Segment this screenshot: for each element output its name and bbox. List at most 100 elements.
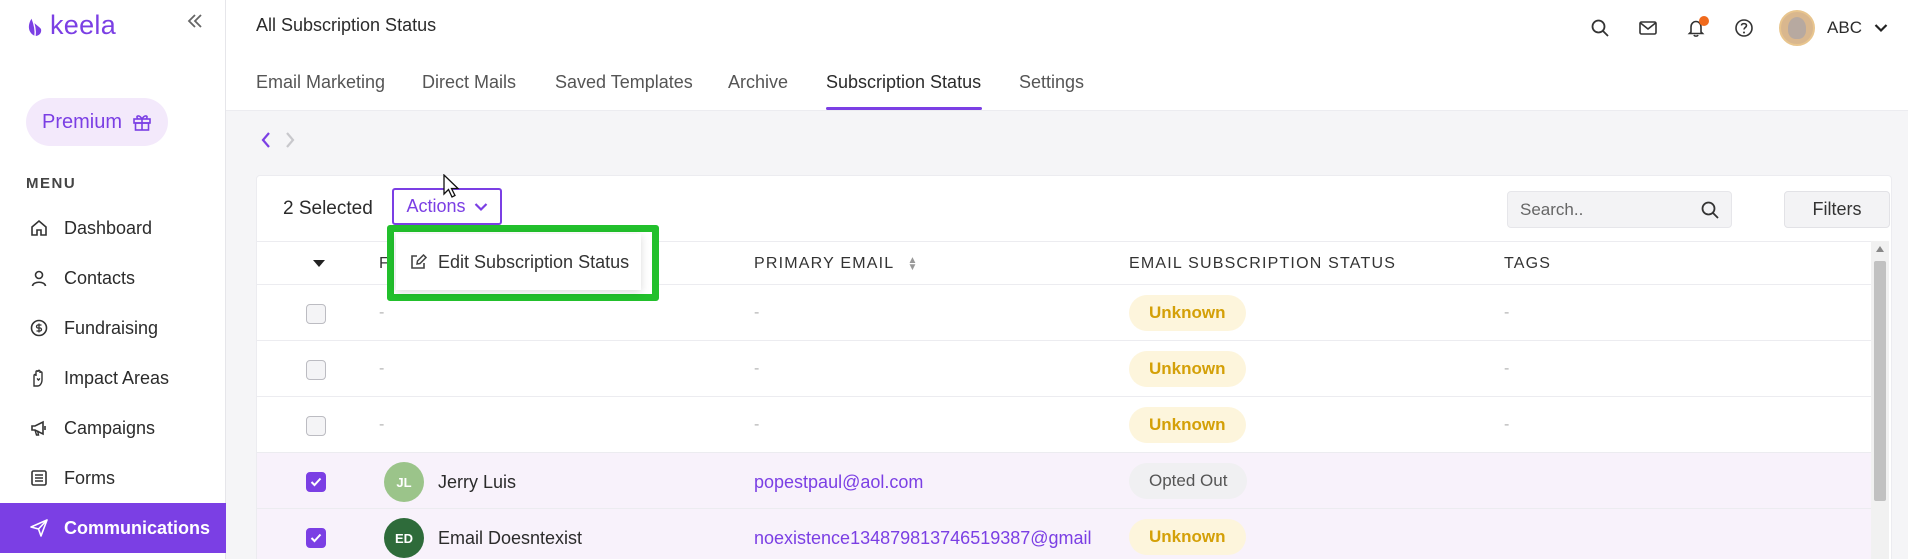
sidebar-nav: Dashboard Contacts Fundraising Impact Ar… <box>0 203 226 553</box>
gift-icon <box>133 115 151 131</box>
top-header: All Subscription Status ABC <box>226 0 1908 50</box>
contact-email: - <box>754 416 760 433</box>
sidebar-item-dashboard[interactable]: Dashboard <box>0 203 226 253</box>
send-icon <box>28 517 50 539</box>
megaphone-icon <box>28 417 50 439</box>
contact-email: - <box>754 360 760 377</box>
chevron-left-icon[interactable] <box>260 131 272 149</box>
collapse-sidebar-icon[interactable] <box>186 12 204 30</box>
sidebar-item-label: Communications <box>64 517 211 538</box>
sidebar-item-contacts[interactable]: Contacts <box>0 253 226 303</box>
keela-logo[interactable]: keela <box>26 10 116 41</box>
tab-saved-templates[interactable]: Saved Templates <box>555 72 693 93</box>
sidebar-item-label: Campaigns <box>64 417 156 438</box>
row-checkbox[interactable] <box>306 304 326 324</box>
search-icon[interactable] <box>1700 200 1720 220</box>
status-badge: Unknown <box>1129 351 1246 387</box>
logo-text: keela <box>50 10 117 40</box>
contact-name: - <box>379 360 385 377</box>
form-icon <box>28 467 50 489</box>
row-checkbox[interactable] <box>306 360 326 380</box>
table-row[interactable]: - - Unknown - <box>257 397 1871 453</box>
search-input[interactable] <box>1520 199 1700 220</box>
scroll-up-arrow[interactable] <box>1876 246 1884 252</box>
contact-email[interactable]: noexistence134879813746519387@gmail <box>754 528 1092 549</box>
sidebar-item-communications[interactable]: Communications <box>0 503 226 553</box>
sidebar-item-label: Contacts <box>64 267 136 288</box>
contact-name[interactable]: Email Doesntexist <box>438 528 582 549</box>
sidebar-item-label: Fundraising <box>64 317 159 338</box>
scroll-thumb[interactable] <box>1874 261 1886 501</box>
tab-settings[interactable]: Settings <box>1019 72 1084 93</box>
menu-item-edit-subscription-status[interactable]: Edit Subscription Status <box>396 234 641 290</box>
user-icon <box>28 267 50 289</box>
tab-email-marketing[interactable]: Email Marketing <box>256 72 385 93</box>
mouse-cursor-icon <box>443 174 460 198</box>
status-badge: Opted Out <box>1129 463 1248 499</box>
contact-name: - <box>379 416 385 433</box>
column-header-tags[interactable]: TAGS <box>1504 255 1551 273</box>
tab-archive[interactable]: Archive <box>728 72 788 93</box>
status-badge: Unknown <box>1129 407 1246 443</box>
table-row[interactable]: - - Unknown - <box>257 341 1871 397</box>
help-icon[interactable] <box>1731 15 1757 41</box>
keela-leaf-icon <box>28 17 42 36</box>
column-header-subscription-status[interactable]: EMAIL SUBSCRIPTION STATUS <box>1129 255 1396 273</box>
user-menu[interactable]: ABC <box>1779 10 1888 46</box>
premium-badge[interactable]: Premium <box>26 98 169 146</box>
contact-avatar: JL <box>384 462 424 502</box>
check-icon <box>310 477 322 487</box>
filters-button[interactable]: Filters <box>1784 191 1890 228</box>
table-row[interactable]: JL Jerry Luis popestpaul@aol.com Opted O… <box>257 453 1871 509</box>
avatar <box>1779 10 1816 46</box>
table-body: - - Unknown - - - Unknown - - - Unknown … <box>257 285 1871 559</box>
page-title: All Subscription Status <box>256 15 437 35</box>
contact-email: - <box>754 304 760 321</box>
select-all-dropdown-icon[interactable] <box>313 260 325 267</box>
contact-name[interactable]: Jerry Luis <box>438 472 516 493</box>
chevron-down-icon <box>1874 24 1888 33</box>
search-icon[interactable] <box>1587 15 1613 41</box>
chevron-right-icon[interactable] <box>284 131 296 149</box>
active-tab-indicator <box>826 107 982 110</box>
sidebar-item-impact-areas[interactable]: Impact Areas <box>0 353 226 403</box>
table-row[interactable]: ED Email Doesntexist noexistence13487981… <box>257 509 1871 559</box>
tab-subscription-status[interactable]: Subscription Status <box>826 72 981 93</box>
row-checkbox[interactable] <box>306 528 326 548</box>
contact-tags: - <box>1504 416 1510 433</box>
edit-icon <box>411 253 428 269</box>
search-box <box>1507 191 1732 228</box>
status-badge: Unknown <box>1129 295 1246 331</box>
sort-icon[interactable]: ▲ ▼ <box>907 255 918 272</box>
row-checkbox[interactable] <box>306 416 326 436</box>
pager <box>260 131 296 149</box>
selected-count: 2 Selected <box>283 198 373 219</box>
check-icon <box>310 533 322 543</box>
column-header-label: PRIMARY EMAIL <box>754 255 894 272</box>
mail-icon[interactable] <box>1635 15 1661 41</box>
row-checkbox[interactable] <box>306 472 326 492</box>
bell-icon[interactable] <box>1683 15 1710 41</box>
sidebar-item-campaigns[interactable]: Campaigns <box>0 403 226 453</box>
coin-icon <box>28 317 50 339</box>
chevron-down-icon <box>474 202 487 211</box>
sidebar-item-forms[interactable]: Forms <box>0 453 226 503</box>
menu-heading: MENU <box>26 175 77 192</box>
tabs-bar: Email Marketing Direct Mails Saved Templ… <box>226 50 1908 111</box>
sidebar-item-fundraising[interactable]: Fundraising <box>0 303 226 353</box>
contact-email[interactable]: popestpaul@aol.com <box>754 472 923 493</box>
tab-direct-mails[interactable]: Direct Mails <box>422 72 516 93</box>
status-badge: Unknown <box>1129 519 1246 555</box>
notification-dot <box>1699 16 1710 26</box>
sidebar-item-label: Dashboard <box>64 217 153 238</box>
hand-heart-icon <box>28 367 50 389</box>
header-actions: ABC <box>1587 10 1888 46</box>
contact-avatar: ED <box>384 518 424 558</box>
user-name: ABC <box>1827 18 1862 37</box>
contact-name: - <box>379 304 385 321</box>
vertical-scrollbar[interactable] <box>1871 241 1889 559</box>
contact-tags: - <box>1504 360 1510 377</box>
premium-label: Premium <box>42 110 123 133</box>
column-header-primary-email[interactable]: PRIMARY EMAIL ▲ ▼ <box>754 255 919 273</box>
home-icon <box>28 217 50 239</box>
